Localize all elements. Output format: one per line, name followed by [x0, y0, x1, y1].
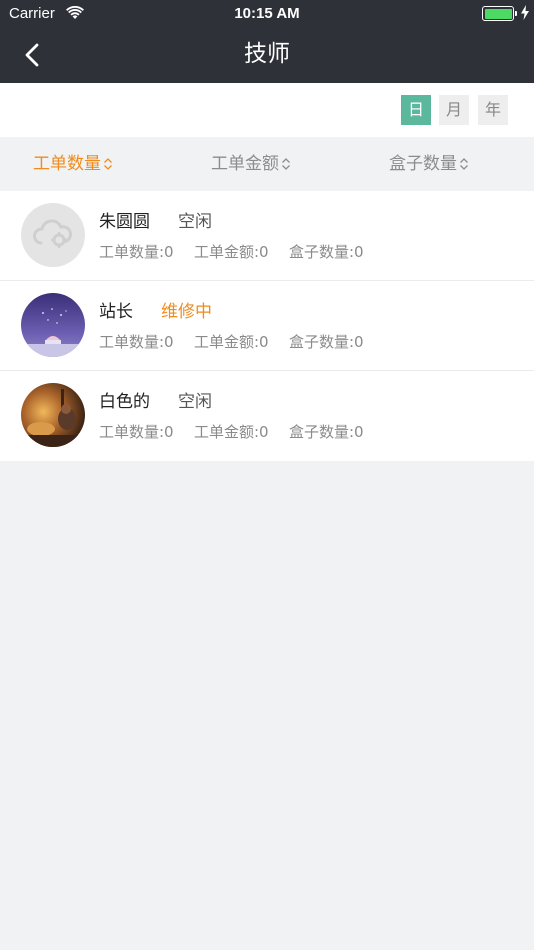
placeholder-avatar-icon	[21, 203, 85, 267]
sort-by-amount[interactable]: 工单金额	[211, 137, 291, 191]
avatar	[21, 293, 85, 357]
status-badge: 空闲	[178, 392, 212, 412]
sort-label: 工单金额	[211, 154, 279, 174]
box-count: 盒子数量:0	[289, 333, 364, 351]
avatar	[21, 383, 85, 447]
warm-photo-avatar-icon	[21, 383, 85, 447]
sort-label: 工单数量	[33, 154, 101, 174]
avatar	[21, 203, 85, 267]
page-title: 技师	[244, 41, 290, 67]
period-month-button[interactable]: 月	[439, 95, 469, 125]
period-year-button[interactable]: 年	[478, 95, 508, 125]
sort-bar: 工单数量 工单金额 盒子数量	[0, 137, 534, 191]
list-item[interactable]: 白色的 空闲 工单数量:0 工单金额:0 盒子数量:0	[0, 371, 534, 461]
box-count: 盒子数量:0	[289, 423, 364, 441]
sort-updown-icon	[460, 158, 468, 170]
sort-by-boxes[interactable]: 盒子数量	[389, 137, 469, 191]
list-item[interactable]: 朱圆圆 空闲 工单数量:0 工单金额:0 盒子数量:0	[0, 191, 534, 281]
battery-level	[484, 8, 512, 19]
battery-nub	[515, 11, 517, 16]
technician-list: 朱圆圆 空闲 工单数量:0 工单金额:0 盒子数量:0 站长 维修中 工单数量:…	[0, 191, 534, 461]
sort-updown-icon	[282, 158, 290, 170]
technician-name: 朱圆圆	[99, 212, 150, 232]
order-amount: 工单金额:0	[194, 423, 269, 441]
order-amount: 工单金额:0	[194, 243, 269, 261]
list-item[interactable]: 站长 维修中 工单数量:0 工单金额:0 盒子数量:0	[0, 281, 534, 371]
night-sky-avatar-icon	[21, 293, 85, 357]
sort-by-orders[interactable]: 工单数量	[33, 137, 113, 191]
clock: 10:15 AM	[234, 5, 300, 22]
status-bar: Carrier 10:15 AM	[0, 0, 534, 28]
technician-name: 白色的	[99, 392, 150, 412]
nav-bar: Carrier 10:15 AM 技师	[0, 0, 534, 83]
battery-icon	[482, 6, 514, 21]
sort-label: 盒子数量	[389, 154, 457, 174]
order-count: 工单数量:0	[99, 333, 174, 351]
order-amount: 工单金额:0	[194, 333, 269, 351]
sort-updown-icon	[104, 158, 112, 170]
charging-bolt-icon	[521, 5, 529, 20]
order-count: 工单数量:0	[99, 423, 174, 441]
status-badge: 维修中	[161, 302, 212, 322]
order-count: 工单数量:0	[99, 243, 174, 261]
box-count: 盒子数量:0	[289, 243, 364, 261]
status-badge: 空闲	[178, 212, 212, 232]
period-day-button[interactable]: 日	[401, 95, 431, 125]
period-selector: 日 月 年	[0, 83, 534, 137]
technician-name: 站长	[99, 302, 133, 322]
